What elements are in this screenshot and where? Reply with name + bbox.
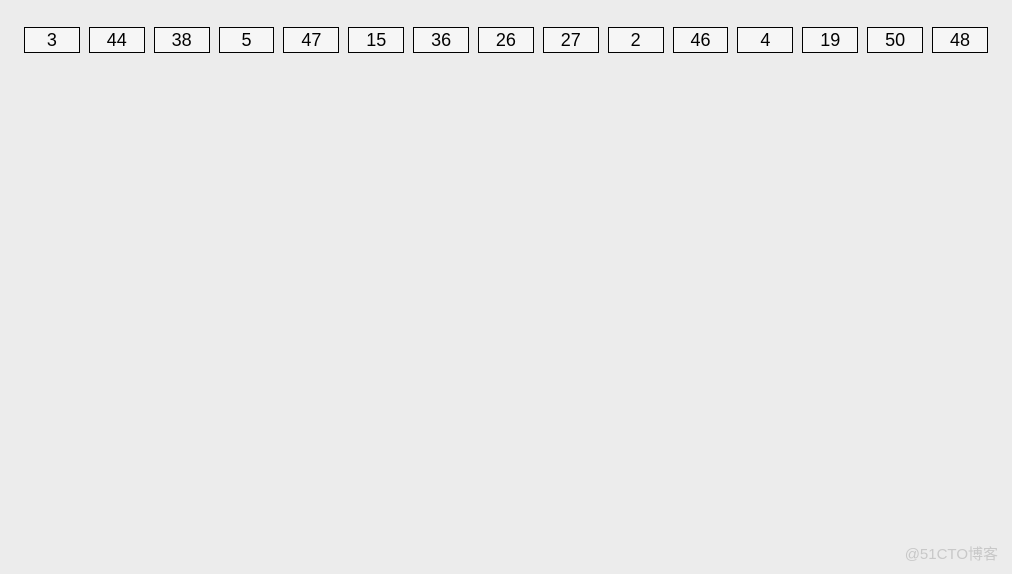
number-cell: 15 <box>348 27 404 53</box>
number-cell: 5 <box>219 27 275 53</box>
watermark: @51CTO博客 <box>905 543 998 564</box>
number-cell: 46 <box>673 27 729 53</box>
number-cell: 27 <box>543 27 599 53</box>
number-cell: 26 <box>478 27 534 53</box>
number-cell: 47 <box>283 27 339 53</box>
number-cell: 4 <box>737 27 793 53</box>
number-cell: 2 <box>608 27 664 53</box>
number-cell: 38 <box>154 27 210 53</box>
number-cell: 19 <box>802 27 858 53</box>
number-cell: 44 <box>89 27 145 53</box>
number-cell: 3 <box>24 27 80 53</box>
number-cell: 50 <box>867 27 923 53</box>
number-row: 3 44 38 5 47 15 36 26 27 2 46 4 19 50 48 <box>0 0 1012 80</box>
number-cell: 48 <box>932 27 988 53</box>
number-cell: 36 <box>413 27 469 53</box>
